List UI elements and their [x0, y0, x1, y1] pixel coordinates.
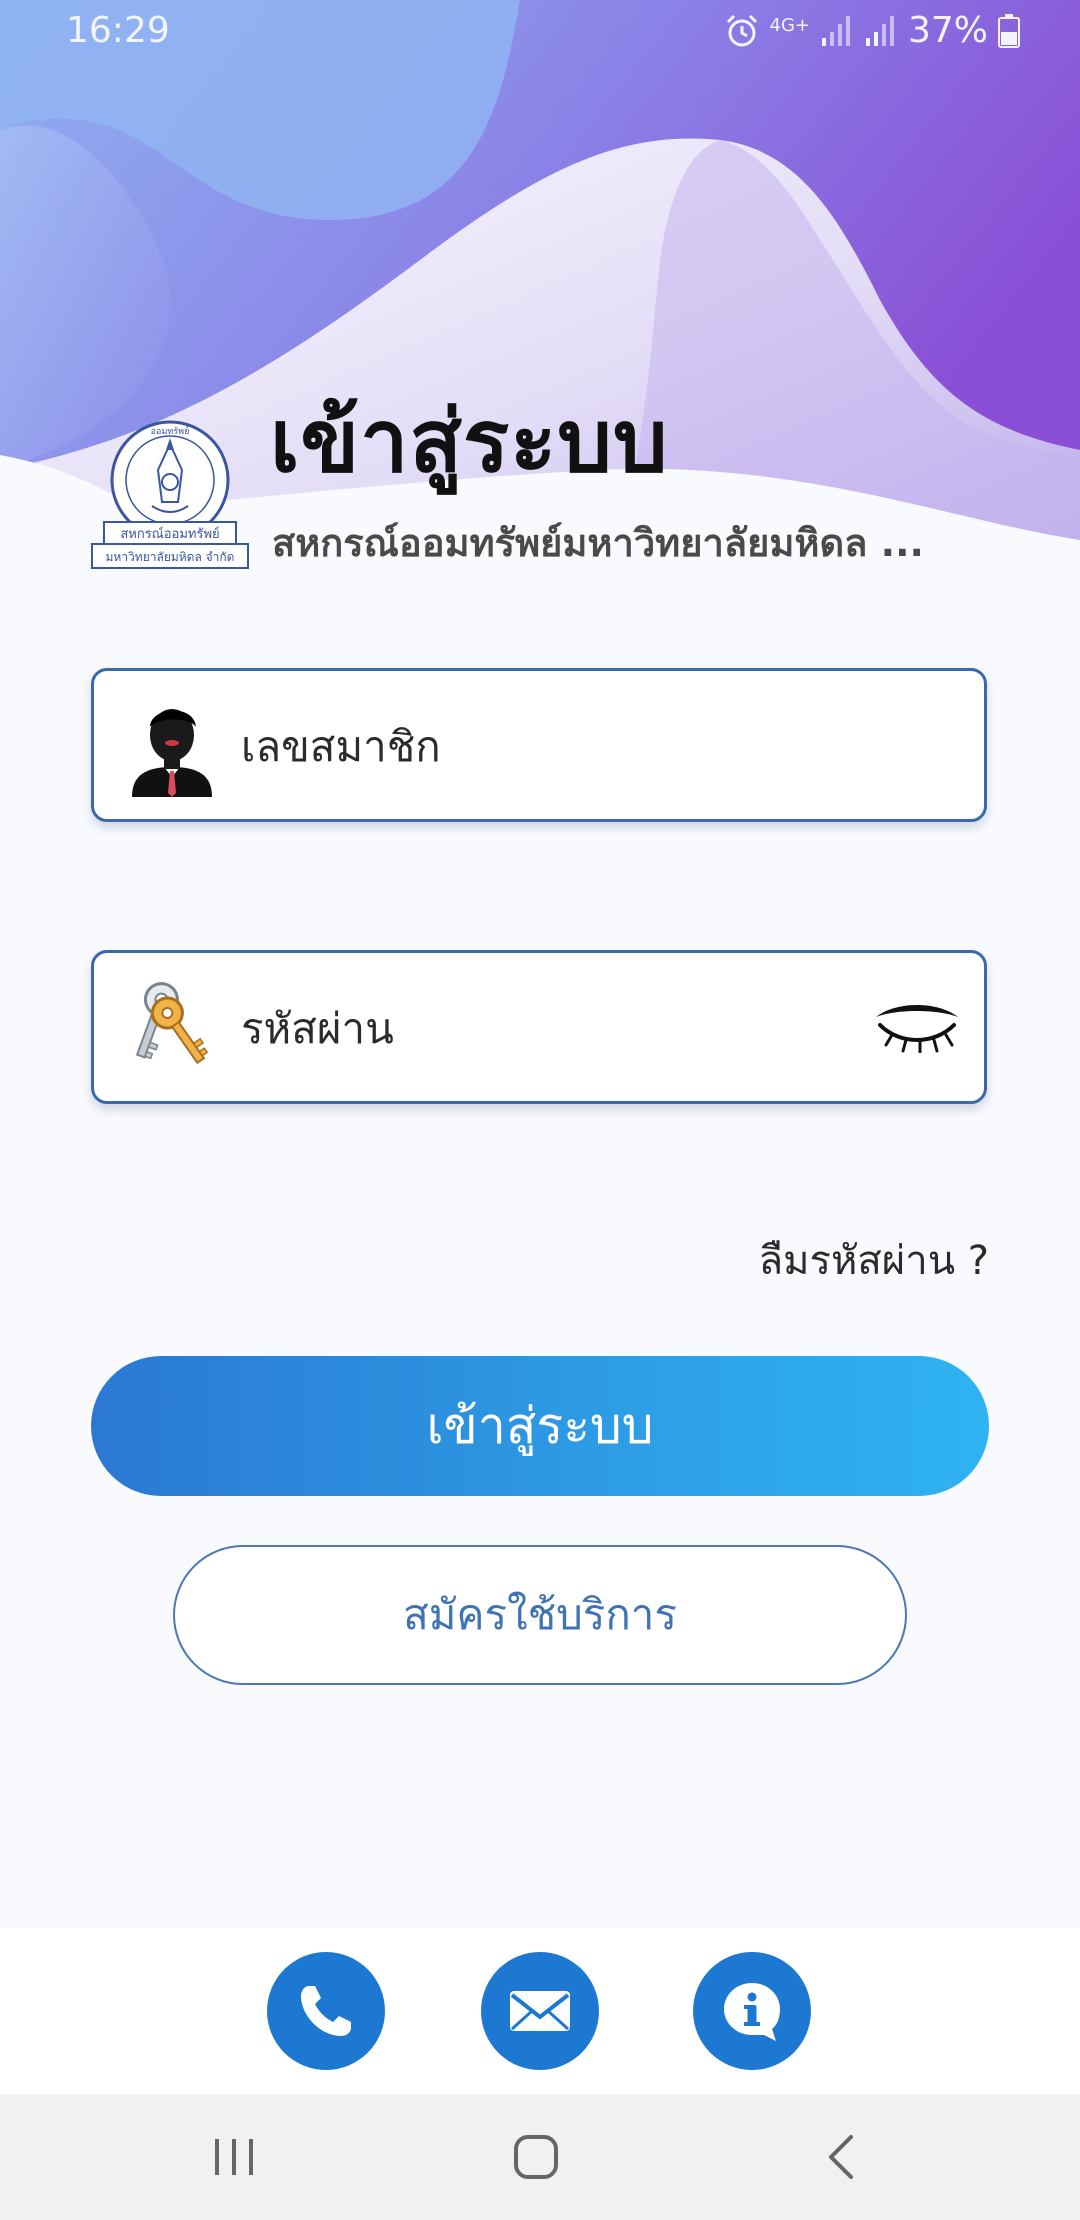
- mail-icon: [510, 1991, 570, 2031]
- page-title: เข้าสู่ระบบ: [270, 392, 669, 492]
- password-input[interactable]: [239, 953, 843, 1103]
- forgot-password-link[interactable]: ลืมรหัสผ่าน ?: [759, 1228, 989, 1292]
- mail-button[interactable]: [481, 1952, 599, 2070]
- back-icon: [829, 2135, 853, 2179]
- phone-button[interactable]: [267, 1952, 385, 2070]
- businessman-icon: [132, 709, 212, 797]
- phone-icon: [301, 1986, 351, 2036]
- logo-label-line2: มหาวิทยาลัยมหิดล จำกัด: [106, 550, 235, 564]
- status-time: 16:29: [66, 10, 170, 51]
- network-4g-icon: 4G+: [769, 14, 810, 36]
- logo-label-line1: สหกรณ์ออมทรัพย์: [120, 526, 219, 542]
- contact-bar: [0, 1928, 1080, 2094]
- alarm-icon: [726, 14, 757, 46]
- battery-icon: [998, 13, 1020, 48]
- recent-apps-icon: [215, 2139, 253, 2175]
- logo-arc-text: ออมทรัพย์: [151, 425, 190, 437]
- page-subtitle: สหกรณ์ออมทรัพย์มหาวิทยาลัยมหิดล ...: [272, 521, 924, 565]
- battery-percent: 37%: [907, 10, 988, 51]
- password-field[interactable]: [91, 950, 987, 1104]
- home-button[interactable]: [496, 2124, 576, 2190]
- coop-logo: ออมทรัพย์ สหกรณ์ออมทรัพย์ มหาวิทยาลัยมหิ…: [91, 420, 249, 569]
- home-icon: [514, 2135, 558, 2179]
- info-icon: [724, 1983, 780, 2041]
- recent-apps-button[interactable]: [194, 2124, 274, 2190]
- member-number-field[interactable]: [91, 668, 987, 822]
- status-icons: 4G+ 37%: [724, 10, 1020, 51]
- signal-icon: [821, 15, 850, 46]
- member-number-input[interactable]: [239, 671, 843, 821]
- system-nav-bar: [0, 2094, 1080, 2220]
- signal-icon: [865, 15, 894, 46]
- keys-icon: [135, 982, 209, 1065]
- info-button[interactable]: [693, 1952, 811, 2070]
- login-screen: 16:29 4G+ 37% ออมทรัพย์ สหกรณ์ออมทรัพย์ …: [0, 0, 1080, 2220]
- login-button[interactable]: เข้าสู่ระบบ: [91, 1356, 989, 1496]
- register-button[interactable]: สมัครใช้บริการ: [173, 1545, 907, 1685]
- status-bar: 16:29 4G+ 37%: [0, 0, 1080, 64]
- back-button[interactable]: [800, 2124, 880, 2190]
- eye-closed-icon[interactable]: [872, 1003, 962, 1053]
